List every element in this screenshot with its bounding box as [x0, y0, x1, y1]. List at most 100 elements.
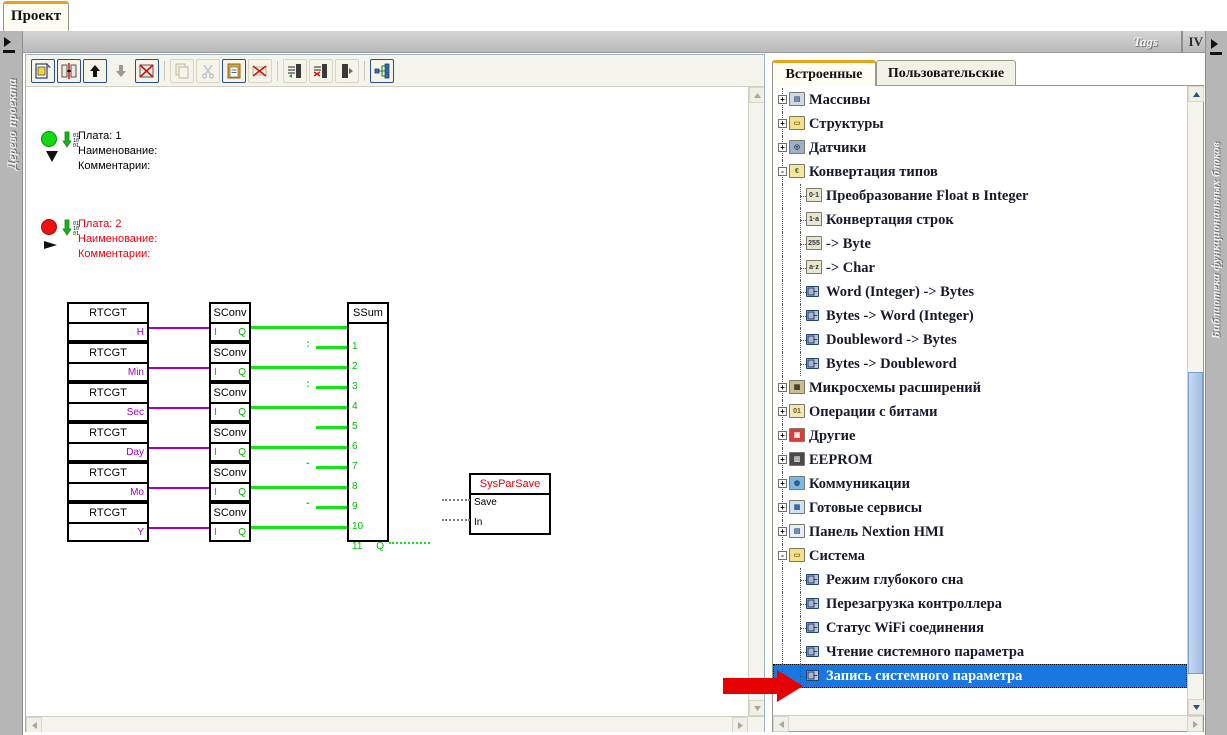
tree-item-18[interactable]: + ▤ Панель Nextion HMI	[773, 520, 1187, 544]
expand-node-icon[interactable]: +	[778, 479, 787, 488]
ssum-input-6[interactable]: 6	[352, 441, 358, 452]
tree-item-14[interactable]: + ▣ Другие	[773, 424, 1187, 448]
expand-node-icon[interactable]: +	[778, 503, 787, 512]
sysparsave-input-in[interactable]: In	[474, 517, 482, 528]
scroll-down-button[interactable]	[749, 700, 764, 716]
sysparsave-block[interactable]: SysParSave Save In	[469, 473, 551, 535]
rtcgt-block-2[interactable]: RTCGT Sec	[67, 382, 149, 422]
scroll-right-button[interactable]	[1187, 716, 1203, 732]
expand-node-icon[interactable]: +	[778, 95, 787, 104]
library-vertical-scrollbar[interactable]	[1187, 86, 1204, 715]
sconv-block-0-in[interactable]: I	[214, 327, 217, 338]
sconv-block-0-out[interactable]: Q	[238, 327, 246, 338]
sconv-block-0[interactable]: SConv I Q	[209, 302, 251, 342]
tree-item-15[interactable]: + ▥ EEPROM	[773, 448, 1187, 472]
sconv-block-1-in[interactable]: I	[214, 367, 217, 378]
tree-item-23[interactable]: Чтение системного параметра	[773, 640, 1187, 664]
rtcgt-block-1-pin[interactable]: Min	[128, 367, 144, 378]
rtcgt-block-4-pin[interactable]: Mo	[130, 487, 144, 498]
tree-item-10[interactable]: Doubleword -> Bytes	[773, 328, 1187, 352]
collapse-arrow-icon[interactable]	[1211, 39, 1218, 49]
tree-item-19[interactable]: - ▭ Система	[773, 544, 1187, 568]
tab-project[interactable]: Проект	[3, 1, 69, 31]
insert-column-button[interactable]	[283, 58, 307, 83]
rtcgt-block-0-pin[interactable]: H	[137, 327, 144, 338]
expand-node-icon[interactable]: +	[778, 143, 787, 152]
tree-item-21[interactable]: Перезагрузка контроллера	[773, 592, 1187, 616]
tab-user[interactable]: Пользовательские	[876, 60, 1016, 86]
scroll-left-button[interactable]	[773, 716, 789, 732]
expand-arrow-icon[interactable]	[4, 37, 11, 47]
sconv-block-5[interactable]: SConv I Q	[209, 502, 251, 542]
collapse-node-icon[interactable]: -	[778, 167, 787, 176]
rtcgt-block-5-pin[interactable]: Y	[137, 527, 144, 538]
rtcgt-block-2-pin[interactable]: Sec	[127, 407, 144, 418]
scroll-left-button[interactable]	[26, 717, 42, 732]
tree-item-0[interactable]: + ▤ Массивы	[773, 88, 1187, 112]
sconv-block-2-out[interactable]: Q	[238, 407, 246, 418]
sconv-block-2-in[interactable]: I	[214, 407, 217, 418]
sconv-block-1-out[interactable]: Q	[238, 367, 246, 378]
library-horizontal-scrollbar[interactable]	[773, 715, 1203, 732]
tree-item-2[interactable]: + ◎ Датчики	[773, 136, 1187, 160]
collapse-node-icon[interactable]: -	[778, 551, 787, 560]
ssum-input-3[interactable]: 3	[352, 381, 358, 392]
rtcgt-block-3[interactable]: RTCGT Day	[67, 422, 149, 462]
diagram-canvas[interactable]: 01 10 01 Плата: 1 Наименование: Коммента…	[26, 87, 750, 716]
expand-node-icon[interactable]: +	[778, 407, 787, 416]
tree-item-13[interactable]: +01 Операции с битами	[773, 400, 1187, 424]
ssum-input-11[interactable]: 11	[352, 541, 362, 552]
new-page-button[interactable]	[31, 58, 55, 83]
sconv-block-3-in[interactable]: I	[214, 447, 217, 458]
ssum-input-5[interactable]: 5	[352, 421, 358, 432]
expand-node-icon[interactable]: +	[778, 527, 787, 536]
scroll-up-button[interactable]	[749, 87, 764, 103]
tree-item-3[interactable]: - € Конвертация типов	[773, 160, 1187, 184]
sconv-block-3-out[interactable]: Q	[238, 447, 246, 458]
scroll-down-button[interactable]	[1188, 699, 1204, 715]
library-tree[interactable]: + ▤ Массивы + ▭ Структуры + ◎ Датчики - € Конвертац…	[773, 86, 1187, 715]
tree-item-16[interactable]: + ◍ Коммуникации	[773, 472, 1187, 496]
tree-item-9[interactable]: Bytes -> Word (Integer)	[773, 304, 1187, 328]
column-properties-button[interactable]	[335, 58, 359, 83]
copy-button[interactable]	[170, 58, 194, 83]
tree-item-6[interactable]: 255 -> Byte	[773, 232, 1187, 256]
ssum-input-4[interactable]: 4	[352, 401, 358, 412]
sconv-block-4-in[interactable]: I	[214, 487, 217, 498]
ssum-input-2[interactable]: 2	[352, 361, 358, 372]
scroll-up-button[interactable]	[1188, 86, 1204, 102]
ssum-input-8[interactable]: 8	[352, 481, 358, 492]
tree-item-22[interactable]: Статус WiFi соединения	[773, 616, 1187, 640]
sconv-block-5-out[interactable]: Q	[238, 527, 246, 538]
move-up-button[interactable]	[83, 58, 107, 83]
library-scroll-thumb[interactable]	[1188, 372, 1203, 674]
scroll-right-button[interactable]	[732, 717, 748, 732]
move-down-button[interactable]	[109, 59, 133, 83]
paste-button[interactable]	[222, 58, 246, 83]
remove-column-button[interactable]	[309, 58, 333, 83]
tree-item-7[interactable]: a·z -> Char	[773, 256, 1187, 280]
tree-item-20[interactable]: Режим глубокого сна	[773, 568, 1187, 592]
tree-item-12[interactable]: + ▦ Микросхемы расширений	[773, 376, 1187, 400]
sconv-block-4-out[interactable]: Q	[238, 487, 246, 498]
expand-node-icon[interactable]: +	[778, 431, 787, 440]
sconv-block-2[interactable]: SConv I Q	[209, 382, 251, 422]
tree-item-24[interactable]: Запись системного параметра	[773, 664, 1187, 688]
expand-node-icon[interactable]: +	[778, 119, 787, 128]
ssum-block[interactable]: SSum 1 2 3 4 5 6 7 8 9 10 11 Q	[347, 302, 389, 552]
tab-builtin[interactable]: Встроенные	[772, 60, 876, 86]
expand-node-icon[interactable]: +	[778, 383, 787, 392]
sysparsave-input-save[interactable]: Save	[474, 497, 497, 508]
network-view-button[interactable]	[370, 58, 394, 83]
ssum-output-q[interactable]: Q	[376, 541, 384, 552]
rtcgt-block-4[interactable]: RTCGT Mo	[67, 462, 149, 502]
ssum-input-1[interactable]: 1	[352, 341, 358, 352]
cut-button[interactable]	[196, 58, 220, 83]
rtcgt-block-0[interactable]: RTCGT H	[67, 302, 149, 342]
sconv-block-4[interactable]: SConv I Q	[209, 462, 251, 502]
tree-item-11[interactable]: Bytes -> Doubleword	[773, 352, 1187, 376]
split-button[interactable]	[57, 58, 81, 83]
tree-item-5[interactable]: 1·a Конвертация строк	[773, 208, 1187, 232]
ssum-input-10[interactable]: 10	[352, 521, 363, 532]
rtcgt-block-3-pin[interactable]: Day	[126, 447, 144, 458]
